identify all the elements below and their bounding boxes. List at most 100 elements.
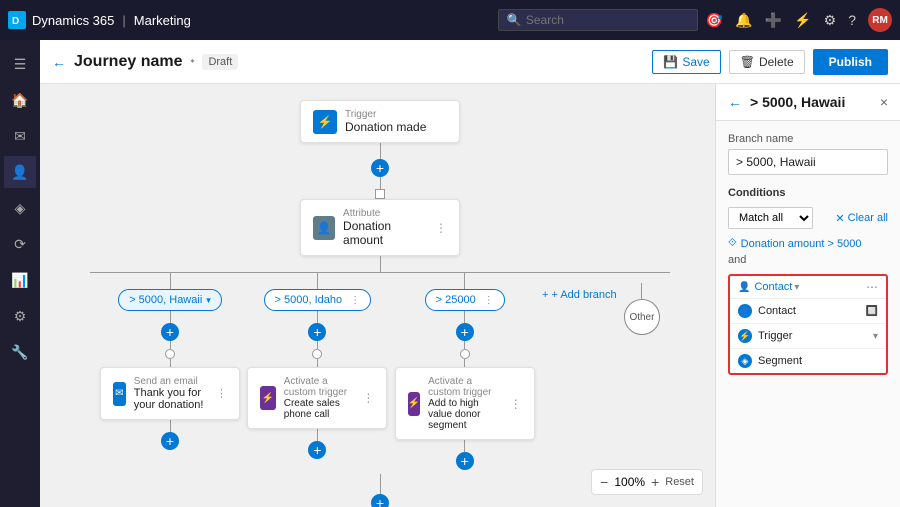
add-after-trigger-1[interactable]: + [308,441,326,459]
sidebar-analytics[interactable]: 📊 [4,264,36,296]
email-node-icon: ✉ [113,382,126,406]
contact-header-icon: 👤 [738,282,750,293]
conditions-label: Conditions [728,187,888,199]
branch-idaho: > 5000, Idaho ⋮ + ⚡ Activate a custom tr… [247,273,387,459]
add-before-exit[interactable]: + [371,494,389,507]
branch-name-input[interactable] [728,149,888,175]
add-branch-idaho[interactable]: + [308,323,326,341]
attribute-node-menu[interactable]: ⋮ [435,221,447,235]
panel-title: > 5000, Hawaii [750,94,872,110]
match-select[interactable]: Match all Match any [728,207,813,229]
exit-connector: + ⬛ Exit [362,474,398,507]
target-icon[interactable]: 🎯 [706,12,723,29]
save-button[interactable]: 💾 Save [652,50,720,74]
trigger-1-node[interactable]: ⚡ Activate a custom trigger Create sales… [247,367,387,429]
attribute-node-icon: 👤 [313,216,335,240]
publish-button[interactable]: Publish [813,49,888,75]
app-module: Marketing [134,13,191,28]
trigger-node-labels: Trigger Donation made [345,109,426,134]
dropdown-segment-item[interactable]: ◈ Segment [730,349,886,373]
plus-icon[interactable]: ➕ [765,12,782,29]
match-row: Match all Match any ✕ Clear all [728,207,888,229]
delete-button[interactable]: 🗑 Delete [729,50,805,74]
dropdown-more[interactable]: ⋯ [866,280,878,294]
add-branch: + + Add branch [542,273,617,301]
attribute-node[interactable]: 👤 Attribute Donation amount ⋮ [300,199,460,256]
zoom-out-button[interactable]: − [600,474,608,490]
sidebar-contacts[interactable]: 👤 [4,156,36,188]
trigger-1-icon: ⚡ [260,386,275,410]
branch-idaho-menu[interactable]: ⋮ [350,295,360,306]
trigger-item-icon: ⚡ [738,329,752,343]
branch-hawaii-chevron: ▾ [206,295,211,306]
top-nav: D Dynamics 365 | Marketing 🔍 🎯 🔔 ➕ ⚡ ⚙ ?… [0,0,900,40]
delete-icon: 🗑 [740,55,755,69]
add-button-1[interactable]: + [371,159,389,177]
dropdown-trigger-item[interactable]: ⚡ Trigger ▾ [730,324,886,349]
contact-chevron: ▾ [794,282,799,293]
trigger-node[interactable]: ⚡ Trigger Donation made [300,100,460,143]
connector-1: + [371,143,389,199]
clear-all-button[interactable]: ✕ Clear all [835,212,888,225]
search-input[interactable] [526,13,686,27]
page-title: Journey name [74,53,182,71]
search-bar[interactable]: 🔍 [498,9,698,31]
sidebar-settings[interactable]: ⚙ [4,300,36,332]
attribute-dropdown: 👤 Contact ▾ ⋯ 👤 Contact 🔲 ⚡ Trigger [728,274,888,375]
zoom-level: 100% [614,475,645,489]
contact-action-1[interactable]: 🔲 [866,306,878,317]
svg-text:D: D [12,16,19,27]
panel-close-button[interactable]: × [880,94,888,110]
bell-icon[interactable]: 🔔 [735,12,752,29]
left-sidebar: ☰ 🏠 ✉ 👤 ◈ ⟳ 📊 ⚙ 🔧 [0,40,40,507]
branch-hawaii-card[interactable]: > 5000, Hawaii ▾ [118,289,222,311]
nav-logo: D Dynamics 365 | Marketing [8,11,191,29]
dynamics-logo-icon: D [8,11,26,29]
sidebar-segments[interactable]: ◈ [4,192,36,224]
and-label: and [728,254,888,266]
filter-icon[interactable]: ⚡ [794,12,811,29]
zoom-in-button[interactable]: + [651,474,659,490]
panel-back-button[interactable]: ← [728,94,742,110]
contact-item-actions: 🔲 [866,306,878,317]
header-bar: ← Journey name ⬩ Draft 💾 Save 🗑 Delete P… [40,40,900,84]
branch-25000-menu[interactable]: ⋮ [484,295,494,306]
sidebar-menu[interactable]: ☰ [4,48,36,80]
email-node-menu[interactable]: ⋮ [216,387,227,400]
condition-tag[interactable]: ⟐ Donation amount > 5000 [728,237,888,250]
trigger-node-icon: ⚡ [313,110,337,134]
trigger-2-node[interactable]: ⚡ Activate a custom trigger Add to high … [395,367,535,440]
back-button[interactable]: ← [52,54,66,70]
branch-idaho-card[interactable]: > 5000, Idaho ⋮ [264,289,372,311]
help-icon[interactable]: ? [848,12,856,28]
gear-icon[interactable]: ⚙ [824,12,837,29]
sidebar-email[interactable]: ✉ [4,120,36,152]
branch-name-label: Branch name [728,133,888,145]
add-branch-button[interactable]: + + Add branch [542,289,617,301]
sidebar-home[interactable]: 🏠 [4,84,36,116]
add-after-trigger-2[interactable]: + [456,452,474,470]
sidebar-tools[interactable]: 🔧 [4,336,36,368]
main-canvas: ⚡ Trigger Donation made + 👤 [40,84,900,507]
reset-button[interactable]: Reset [665,476,694,488]
other-button[interactable]: Other [624,299,660,335]
trigger-2-menu[interactable]: ⋮ [510,397,522,411]
email-node[interactable]: ✉ Send an email Thank you for your donat… [100,367,240,420]
attribute-node-labels: Attribute Donation amount [343,208,427,247]
branch-other: Other [624,273,660,335]
status-badge: ⬩ [190,55,194,68]
header-actions: 💾 Save 🗑 Delete Publish [652,49,888,75]
clear-icon: ✕ [835,212,844,225]
user-avatar[interactable]: RM [868,8,892,32]
zoom-controls: − 100% + Reset [591,469,703,495]
add-branch-hawaii[interactable]: + [161,323,179,341]
branch-25000-card[interactable]: > 25000 ⋮ [425,289,505,311]
add-after-email[interactable]: + [161,432,179,450]
branch-connector [90,256,670,273]
sidebar-journeys[interactable]: ⟳ [4,228,36,260]
dropdown-contact-item[interactable]: 👤 Contact 🔲 [730,299,886,324]
add-branch-25000[interactable]: + [456,323,474,341]
search-icon: 🔍 [507,13,522,27]
trigger-1-menu[interactable]: ⋮ [362,391,374,405]
dropdown-header-row[interactable]: 👤 Contact ▾ ⋯ [730,276,886,299]
